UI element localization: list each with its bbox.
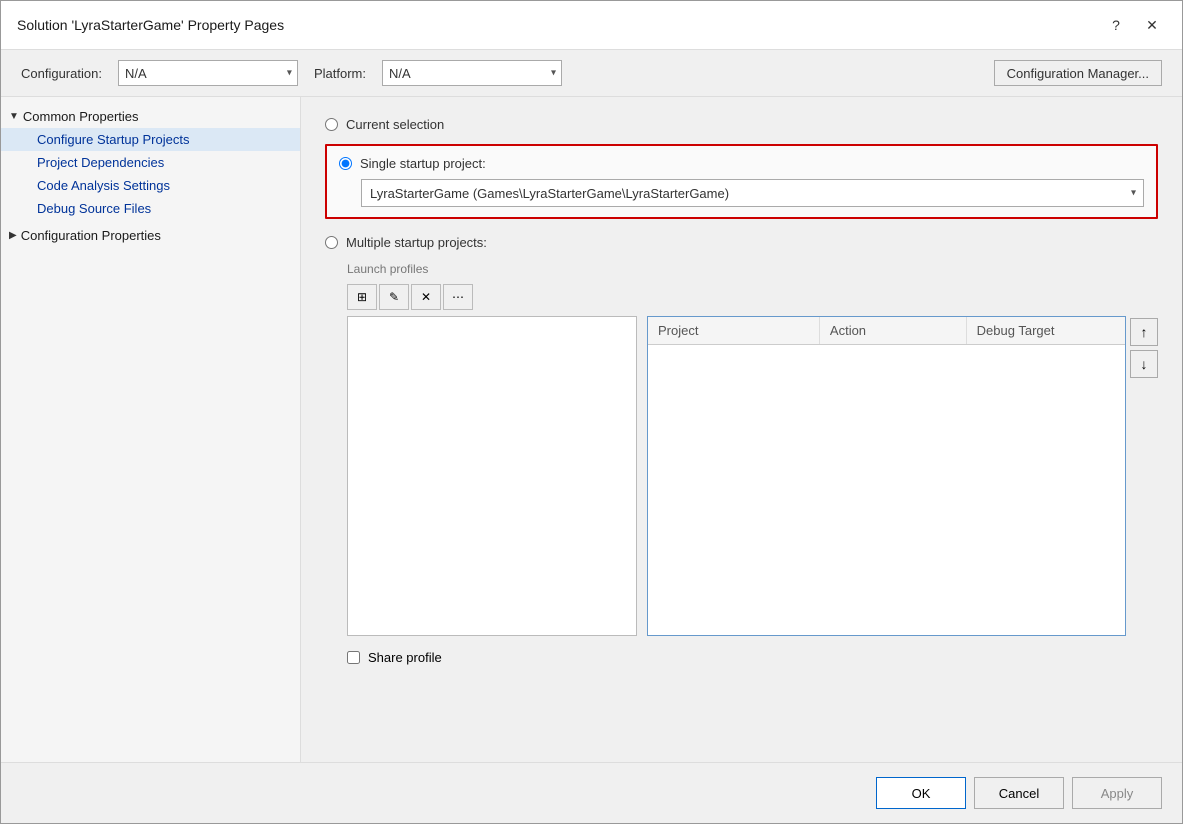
projects-grid: Project Action Debug Target <box>647 316 1126 636</box>
move-down-button[interactable]: ↓ <box>1130 350 1158 378</box>
close-button[interactable]: ✕ <box>1138 11 1166 39</box>
main-panel: Current selection Single startup project… <box>301 97 1182 762</box>
col-project-header: Project <box>648 317 820 344</box>
sidebar-item-configuration-properties[interactable]: ▶ Configuration Properties <box>1 224 300 247</box>
arrow-buttons: ↑ ↓ <box>1130 316 1158 636</box>
share-profile-label[interactable]: Share profile <box>368 650 442 665</box>
sidebar-item-label-code: Code Analysis Settings <box>37 178 170 193</box>
tree-toggle-common: ▼ <box>9 111 19 122</box>
sidebar: ▼ Common Properties Configure Startup Pr… <box>1 97 301 762</box>
multiple-startup-radio-row: Multiple startup projects: <box>325 235 1158 250</box>
sidebar-item-label-config: Configuration Properties <box>21 228 161 243</box>
help-button[interactable]: ? <box>1102 11 1130 39</box>
sidebar-item-code-analysis[interactable]: Code Analysis Settings <box>1 174 300 197</box>
project-dropdown-wrapper: LyraStarterGame (Games\LyraStarterGame\L… <box>361 179 1144 207</box>
multiple-startup-section: Multiple startup projects: Launch profil… <box>325 235 1158 665</box>
sidebar-item-project-dependencies[interactable]: Project Dependencies <box>1 151 300 174</box>
dialog-title: Solution 'LyraStarterGame' Property Page… <box>17 17 284 33</box>
share-profile-row: Share profile <box>347 650 1158 665</box>
footer: OK Cancel Apply <box>1 762 1182 823</box>
single-startup-radio-row: Single startup project: <box>339 156 1144 171</box>
project-dropdown[interactable]: LyraStarterGame (Games\LyraStarterGame\L… <box>361 179 1144 207</box>
launch-profiles-label: Launch profiles <box>347 262 1158 276</box>
rename-profile-button[interactable]: ✎ <box>379 284 409 310</box>
sidebar-item-label-common: Common Properties <box>23 109 139 124</box>
grid-body[interactable] <box>648 345 1125 635</box>
toolbar-row: ⊞ ✎ ✕ ⋯ <box>347 284 1158 310</box>
remove-profile-button[interactable]: ✕ <box>411 284 441 310</box>
configuration-select-wrapper: N/A <box>118 60 298 86</box>
remove-profile-icon: ✕ <box>421 290 431 304</box>
multiple-startup-label[interactable]: Multiple startup projects: <box>346 235 487 250</box>
sidebar-item-common-properties[interactable]: ▼ Common Properties <box>1 105 300 128</box>
grid-header: Project Action Debug Target <box>648 317 1125 345</box>
project-dropdown-container: LyraStarterGame (Games\LyraStarterGame\L… <box>361 179 1144 207</box>
multiple-startup-radio[interactable] <box>325 236 338 249</box>
sidebar-item-label-configure: Configure Startup Projects <box>37 132 189 147</box>
title-bar-controls: ? ✕ <box>1102 11 1166 39</box>
current-selection-label[interactable]: Current selection <box>346 117 444 132</box>
platform-label: Platform: <box>314 66 366 81</box>
config-bar: Configuration: N/A Platform: N/A Configu… <box>1 50 1182 97</box>
more-options-icon: ⋯ <box>452 290 464 304</box>
single-startup-label[interactable]: Single startup project: <box>360 156 486 171</box>
apply-button[interactable]: Apply <box>1072 777 1162 809</box>
configuration-select[interactable]: N/A <box>118 60 298 86</box>
two-panel-row: Project Action Debug Target ↑ ↓ <box>347 316 1158 636</box>
share-profile-checkbox[interactable] <box>347 651 360 664</box>
col-debug-header: Debug Target <box>967 317 1125 344</box>
add-profile-icon: ⊞ <box>357 290 367 304</box>
grid-panel-wrapper: Project Action Debug Target ↑ ↓ <box>647 316 1158 636</box>
rename-profile-icon: ✎ <box>389 290 399 304</box>
sidebar-item-debug-source[interactable]: Debug Source Files <box>1 197 300 220</box>
launch-profiles-list[interactable] <box>347 316 637 636</box>
tree-toggle-config: ▶ <box>9 230 17 241</box>
platform-select-wrapper: N/A <box>382 60 562 86</box>
sidebar-item-configure-startup[interactable]: Configure Startup Projects <box>1 128 300 151</box>
add-profile-button[interactable]: ⊞ <box>347 284 377 310</box>
property-pages-dialog: Solution 'LyraStarterGame' Property Page… <box>0 0 1183 824</box>
platform-select[interactable]: N/A <box>382 60 562 86</box>
config-label: Configuration: <box>21 66 102 81</box>
content-area: ▼ Common Properties Configure Startup Pr… <box>1 97 1182 762</box>
current-selection-radio[interactable] <box>325 118 338 131</box>
move-up-button[interactable]: ↑ <box>1130 318 1158 346</box>
col-action-header: Action <box>820 317 967 344</box>
single-startup-section: Single startup project: LyraStarterGame … <box>325 144 1158 219</box>
single-startup-radio[interactable] <box>339 157 352 170</box>
more-options-button[interactable]: ⋯ <box>443 284 473 310</box>
cancel-button[interactable]: Cancel <box>974 777 1064 809</box>
sidebar-item-label-deps: Project Dependencies <box>37 155 164 170</box>
current-selection-row: Current selection <box>325 117 1158 132</box>
sidebar-item-label-debug: Debug Source Files <box>37 201 151 216</box>
ok-button[interactable]: OK <box>876 777 966 809</box>
config-manager-button[interactable]: Configuration Manager... <box>994 60 1162 86</box>
title-bar: Solution 'LyraStarterGame' Property Page… <box>1 1 1182 50</box>
